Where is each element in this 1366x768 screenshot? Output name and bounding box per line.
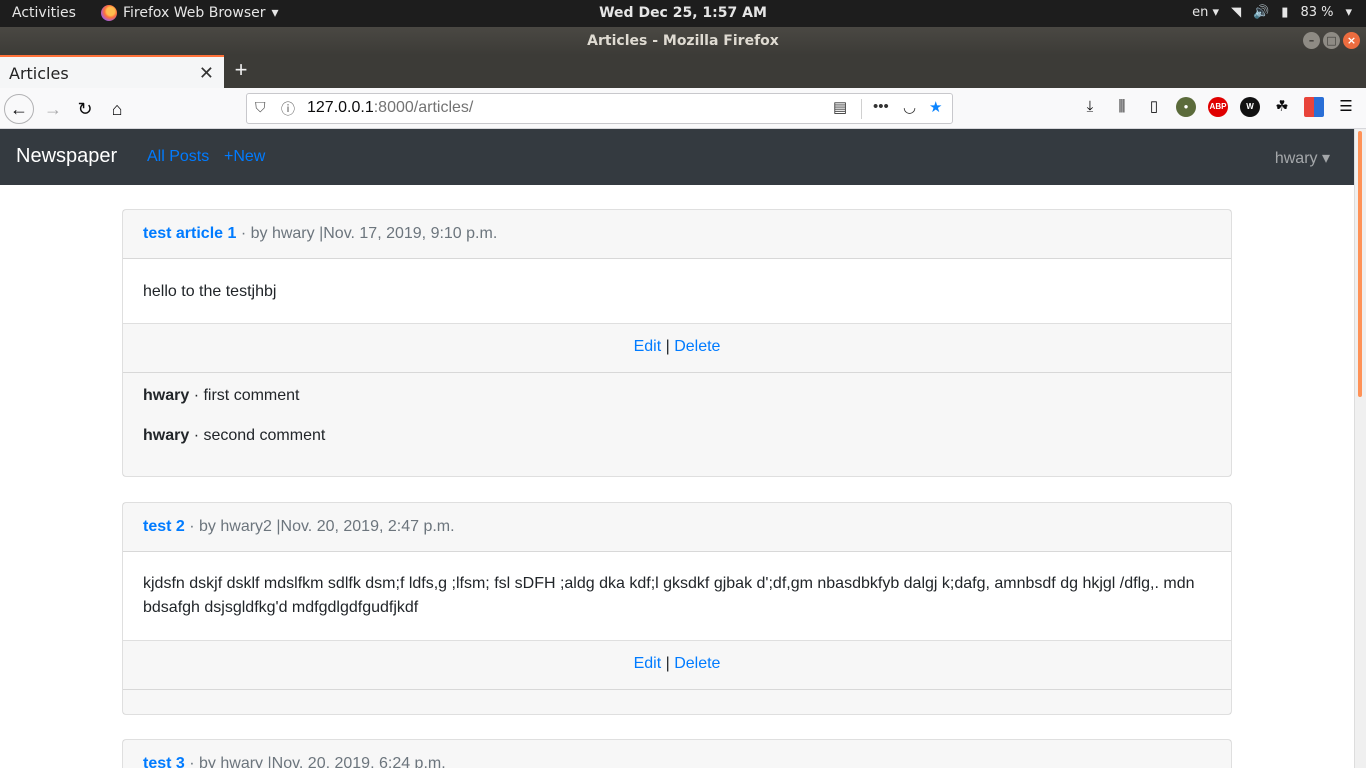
new-tab-button[interactable]: + [230, 57, 252, 83]
user-dropdown[interactable]: hwary ▾ [1275, 148, 1330, 168]
article-actions: Edit | Delete [123, 324, 1231, 373]
comments-section: hwary · first comment hwary · second com… [123, 373, 1231, 476]
comment-text: · second comment [189, 427, 326, 444]
nav-all-posts[interactable]: All Posts [147, 148, 209, 166]
chevron-down-icon: ▾ [1345, 5, 1352, 20]
reader-view-icon[interactable]: ▤ [833, 98, 847, 116]
action-separator: | [661, 338, 675, 355]
page-viewport: Newspaper All Posts +New hwary ▾ test ar… [0, 129, 1366, 768]
comment-text: · first comment [189, 387, 300, 404]
comment-item: hwary · first comment [143, 387, 1211, 427]
window-title: Articles - Mozilla Firefox [587, 33, 779, 49]
article-byline: · by hwary |Nov. 20, 2019, 6:24 p.m. [184, 755, 446, 768]
battery-percent: 83 % [1300, 5, 1334, 20]
delete-link[interactable]: Delete [674, 655, 720, 672]
wifi-icon: ◥ [1231, 5, 1242, 20]
page-scrollbar[interactable] [1354, 129, 1366, 768]
nav-new-post[interactable]: +New [224, 148, 265, 166]
forward-button[interactable]: → [38, 94, 68, 124]
scrollbar-thumb[interactable] [1358, 131, 1362, 397]
reload-button[interactable]: ↻ [70, 94, 100, 124]
downloads-icon[interactable]: ⤓ [1080, 97, 1100, 117]
system-top-bar: Activities Firefox Web Browser ▾ Wed Dec… [0, 0, 1366, 27]
article-actions: Edit | Delete [123, 641, 1231, 690]
back-button[interactable]: ← [4, 94, 34, 124]
wikipedia-icon[interactable]: W [1240, 97, 1260, 117]
article-title-link[interactable]: test 2 [143, 518, 185, 535]
article-card: test 3 · by hwary |Nov. 20, 2019, 6:24 p… [122, 739, 1232, 768]
article-byline: · by hwary |Nov. 17, 2019, 9:10 p.m. [236, 225, 498, 242]
edit-link[interactable]: Edit [634, 338, 662, 355]
comments-section [123, 690, 1231, 714]
sidebar-icon[interactable]: ▯ [1144, 97, 1164, 117]
maximize-button[interactable]: □ [1323, 32, 1340, 49]
battery-icon: ▮ [1281, 5, 1289, 20]
action-separator: | [661, 655, 675, 672]
delete-link[interactable]: Delete [674, 338, 720, 355]
edit-link[interactable]: Edit [634, 655, 662, 672]
tracking-shield-icon[interactable]: ⛉ [255, 99, 266, 116]
comment-item: hwary · second comment [143, 427, 1211, 467]
tab-articles[interactable]: Articles ✕ [0, 55, 224, 88]
volume-icon: 🔊 [1253, 5, 1270, 20]
system-tray[interactable]: en ▾ ◥ 🔊 ▮ 83 % ▾ [1192, 5, 1352, 20]
divider [861, 99, 862, 119]
pocket-icon[interactable]: ◡ [903, 98, 916, 116]
close-tab-icon[interactable]: ✕ [199, 63, 214, 84]
comment-author: hwary [143, 387, 190, 404]
window-title-bar: Articles - Mozilla Firefox – □ × [0, 27, 1366, 55]
home-button[interactable]: ⌂ [102, 94, 132, 124]
window-controls: – □ × [1303, 32, 1360, 49]
hamburger-menu-icon[interactable]: ☰ [1336, 97, 1356, 117]
extension-colorful-icon[interactable] [1304, 97, 1324, 117]
tab-title: Articles [9, 64, 69, 83]
site-navbar: Newspaper All Posts +New hwary ▾ [0, 129, 1354, 185]
url-text[interactable]: 127.0.0.1:8000/articles/ [307, 99, 473, 117]
article-body: kjdsfn dskjf dsklf mdslfkm sdlfk dsm;f l… [123, 552, 1231, 641]
comment-author: hwary [143, 427, 190, 444]
article-byline: · by hwary2 |Nov. 20, 2019, 2:47 p.m. [184, 518, 455, 535]
extension-gnome-icon[interactable]: ☘ [1272, 97, 1292, 117]
bookmark-star-icon[interactable]: ★ [929, 98, 942, 116]
article-card: test article 1 · by hwary |Nov. 17, 2019… [122, 209, 1232, 477]
library-icon[interactable]: ⫼ [1112, 97, 1132, 117]
site-info-icon[interactable]: ⓘ [281, 99, 295, 119]
article-title-link[interactable]: test article 1 [143, 225, 236, 242]
navigation-toolbar: ← → ↻ ⌂ ⛉ ⓘ 127.0.0.1:8000/articles/ ▤ •… [0, 88, 1366, 129]
extension-avatar-icon[interactable]: ● [1176, 97, 1196, 117]
article-header: test 2 · by hwary2 |Nov. 20, 2019, 2:47 … [123, 503, 1231, 552]
article-card: test 2 · by hwary2 |Nov. 20, 2019, 2:47 … [122, 502, 1232, 715]
site-brand[interactable]: Newspaper [16, 145, 117, 168]
clock[interactable]: Wed Dec 25, 1:57 AM [0, 5, 1366, 21]
page-actions-icon[interactable]: ••• [873, 98, 889, 115]
tab-strip: Articles ✕ + [0, 55, 1366, 88]
adblock-icon[interactable]: ABP [1208, 97, 1228, 117]
article-header: test article 1 · by hwary |Nov. 17, 2019… [123, 210, 1231, 259]
address-bar[interactable]: ⛉ ⓘ 127.0.0.1:8000/articles/ ▤ ••• ◡ ★ [246, 93, 953, 124]
article-title-link[interactable]: test 3 [143, 755, 185, 768]
article-header: test 3 · by hwary |Nov. 20, 2019, 6:24 p… [123, 740, 1231, 768]
language-indicator[interactable]: en ▾ [1192, 5, 1219, 20]
close-window-button[interactable]: × [1343, 32, 1360, 49]
minimize-button[interactable]: – [1303, 32, 1320, 49]
article-body: hello to the testjhbj [123, 259, 1231, 324]
toolbar-icons: ⤓ ⫼ ▯ ● ABP W ☘ ☰ [1080, 97, 1356, 117]
